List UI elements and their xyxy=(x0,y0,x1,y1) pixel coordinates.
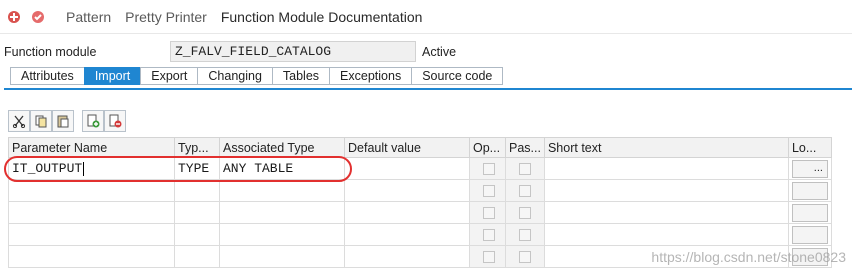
associated-type-cell[interactable]: ANY TABLE xyxy=(219,157,345,180)
short-text-cell[interactable] xyxy=(543,157,789,180)
tab-underline xyxy=(4,88,852,90)
typing-cell[interactable] xyxy=(174,245,220,268)
pass-value-checkbox[interactable] xyxy=(519,251,531,264)
pass-value-checkbox[interactable] xyxy=(519,185,531,198)
documentation-button[interactable]: Function Module Documentation xyxy=(221,9,423,25)
copy-icon[interactable] xyxy=(30,110,52,132)
tab-attributes[interactable]: Attributes xyxy=(10,67,84,85)
paste-icon[interactable] xyxy=(52,110,74,132)
status-text: Active xyxy=(422,45,457,59)
short-text-cell[interactable] xyxy=(543,179,789,202)
default-value-cell[interactable] xyxy=(344,201,470,224)
column-pass-value[interactable]: Pas... xyxy=(505,137,545,158)
optional-cell xyxy=(469,245,506,268)
optional-cell xyxy=(469,157,506,180)
parameter-name-value: IT_OUTPUT xyxy=(12,161,83,176)
pass-value-checkbox[interactable] xyxy=(519,163,531,176)
default-value-cell[interactable] xyxy=(344,245,470,268)
long-text-button[interactable]: ... xyxy=(791,159,828,178)
optional-checkbox[interactable] xyxy=(483,163,495,176)
column-typing[interactable]: Typ... xyxy=(174,137,220,158)
short-text-cell[interactable] xyxy=(543,201,789,224)
text-cursor xyxy=(83,161,85,176)
parameter-name-cell[interactable]: IT_OUTPUT xyxy=(8,157,175,180)
associated-type-cell[interactable] xyxy=(219,201,345,224)
table-header-row: Parameter Name Typ... Associated Type De… xyxy=(8,137,832,158)
column-associated-type[interactable]: Associated Type xyxy=(219,137,345,158)
function-module-label: Function module xyxy=(4,45,97,59)
function-module-row: Function module Z_FALV_FIELD_CATALOG Act… xyxy=(0,41,852,63)
parameter-name-cell[interactable] xyxy=(8,179,175,202)
pass-value-checkbox[interactable] xyxy=(519,229,531,242)
associated-type-cell[interactable] xyxy=(219,245,345,268)
grid-toolbar xyxy=(8,110,126,132)
table-row xyxy=(8,223,832,246)
optional-checkbox[interactable] xyxy=(483,251,495,264)
long-text-cell xyxy=(787,201,832,224)
tab-changing[interactable]: Changing xyxy=(197,67,272,85)
tab-export[interactable]: Export xyxy=(140,67,198,85)
pass-value-cell xyxy=(505,245,545,268)
optional-checkbox[interactable] xyxy=(483,185,495,198)
tab-exceptions[interactable]: Exceptions xyxy=(329,67,412,85)
optional-checkbox[interactable] xyxy=(483,207,495,220)
typing-cell[interactable]: TYPE xyxy=(174,157,220,180)
long-text-button[interactable] xyxy=(791,181,828,200)
delete-row-icon[interactable] xyxy=(104,110,126,132)
pattern-button[interactable]: Pattern xyxy=(66,9,111,25)
table-row: IT_OUTPUT TYPE ANY TABLE ... xyxy=(8,157,832,180)
optional-cell xyxy=(469,223,506,246)
tab-strip: Attributes Import Export Changing Tables… xyxy=(10,67,504,85)
long-text-button[interactable] xyxy=(791,225,828,244)
activate-icon[interactable] xyxy=(28,7,48,27)
long-text-button[interactable] xyxy=(791,203,828,222)
optional-cell xyxy=(469,179,506,202)
default-value-cell[interactable] xyxy=(344,179,470,202)
column-parameter-name[interactable]: Parameter Name xyxy=(8,137,175,158)
tab-tables[interactable]: Tables xyxy=(271,67,330,85)
pass-value-cell xyxy=(505,201,545,224)
long-text-cell: ... xyxy=(787,157,832,180)
column-long-text[interactable]: Lo... xyxy=(787,137,832,158)
column-default-value[interactable]: Default value xyxy=(344,137,470,158)
parameter-name-cell[interactable] xyxy=(8,201,175,224)
associated-type-cell[interactable] xyxy=(219,223,345,246)
pass-value-checkbox[interactable] xyxy=(519,207,531,220)
associated-type-cell[interactable] xyxy=(219,179,345,202)
long-text-cell xyxy=(787,223,832,246)
display-change-icon[interactable] xyxy=(4,7,24,27)
optional-checkbox[interactable] xyxy=(483,229,495,242)
typing-cell[interactable] xyxy=(174,223,220,246)
default-value-cell[interactable] xyxy=(344,157,470,180)
table-row xyxy=(8,201,832,224)
tab-source-code[interactable]: Source code xyxy=(411,67,504,85)
tab-import[interactable]: Import xyxy=(83,67,141,85)
table-row xyxy=(8,179,832,202)
typing-cell[interactable] xyxy=(174,179,220,202)
pass-value-cell xyxy=(505,223,545,246)
cut-icon[interactable] xyxy=(8,110,30,132)
watermark-text: https://blog.csdn.net/stone0823 xyxy=(651,249,846,265)
pass-value-cell xyxy=(505,157,545,180)
insert-row-icon[interactable] xyxy=(82,110,104,132)
optional-cell xyxy=(469,201,506,224)
long-text-cell xyxy=(787,179,832,202)
application-toolbar: Pattern Pretty Printer Function Module D… xyxy=(0,0,852,34)
function-module-field[interactable]: Z_FALV_FIELD_CATALOG xyxy=(170,41,416,62)
parameter-name-cell[interactable] xyxy=(8,245,175,268)
default-value-cell[interactable] xyxy=(344,223,470,246)
parameter-name-cell[interactable] xyxy=(8,223,175,246)
short-text-cell[interactable] xyxy=(543,223,789,246)
pass-value-cell xyxy=(505,179,545,202)
column-short-text[interactable]: Short text xyxy=(543,137,789,158)
typing-cell[interactable] xyxy=(174,201,220,224)
pretty-printer-button[interactable]: Pretty Printer xyxy=(125,9,207,25)
column-optional[interactable]: Op... xyxy=(469,137,506,158)
